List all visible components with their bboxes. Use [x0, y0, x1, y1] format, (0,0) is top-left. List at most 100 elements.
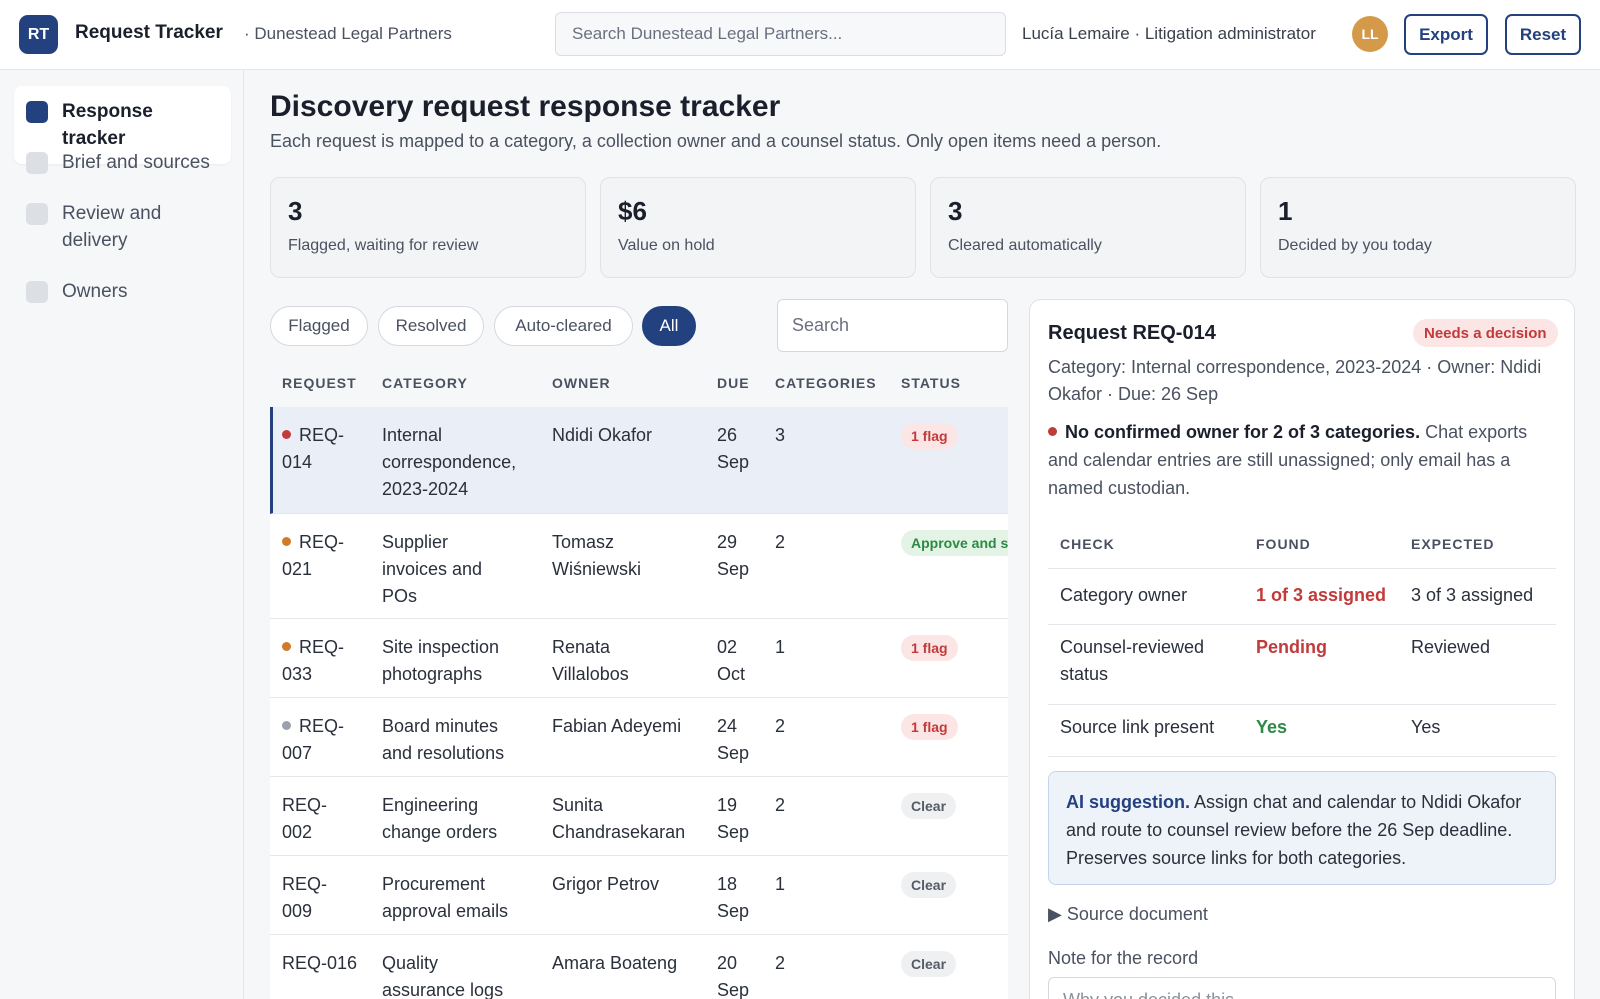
request-id-cell: REQ- 033	[282, 634, 344, 688]
owner-cell: Grigor Petrov	[552, 871, 659, 898]
sidebar-item-label: Review and delivery	[62, 203, 162, 251]
owner-cell: Renata Villalobos	[552, 634, 629, 688]
owner-cell: Ndidi Okafor	[552, 422, 652, 449]
sidebar-item-brief-and-sources[interactable]: Brief and sources	[14, 137, 231, 188]
due-cell: 26 Sep	[717, 422, 749, 476]
stat-label: Flagged, waiting for review	[288, 237, 479, 254]
table-row[interactable]: REQ- 014 Internal correspondence, 2023-20…	[270, 407, 1008, 514]
filter-resolved[interactable]: Resolved	[378, 306, 484, 346]
filter-all[interactable]: All	[642, 306, 696, 346]
status-badge: Clear	[901, 951, 957, 977]
filter-flagged[interactable]: Flagged	[270, 306, 368, 346]
due-cell: 24 Sep	[717, 713, 749, 767]
table-row[interactable]: REQ- 007 Board minutes and resolutions Fab…	[270, 698, 1008, 777]
status-badge: Clear	[901, 793, 957, 819]
sidebar-item-label: Owners	[62, 281, 128, 302]
check-expected: Yes	[1411, 717, 1441, 737]
status-badge: 1 flag	[901, 423, 958, 449]
app-logo: RT	[19, 15, 58, 54]
due-cell-text: 24 Sep	[717, 716, 750, 763]
filter-auto-cleared[interactable]: Auto-cleared	[494, 306, 633, 346]
column-header-category[interactable]: CATEGORY	[382, 375, 468, 391]
due-cell: 29 Sep	[717, 529, 749, 583]
check-name: Source link present	[1060, 717, 1215, 737]
owner-cell: Sunita Chandrasekaran	[552, 792, 685, 846]
request-id-cell-text: REQ- 021	[282, 532, 344, 579]
category-cell-text: Supplier invoices and POs	[382, 532, 483, 606]
request-id-cell: REQ- 009	[282, 871, 327, 925]
status-badge: Needs a decision	[1413, 319, 1558, 347]
table-row[interactable]: REQ-016 Quality assurance logs Amara Boate…	[270, 935, 1008, 999]
categories-count-cell-text: 2	[775, 795, 786, 815]
check-found: 1 of 3 assigned	[1256, 585, 1387, 605]
column-header-owner[interactable]: OWNER	[552, 375, 611, 391]
categories-count-cell: 2	[775, 950, 785, 977]
due-cell: 02 Oct	[717, 634, 745, 688]
source-document-toggle[interactable]: ▶ Source document	[1048, 904, 1208, 925]
table-row[interactable]: REQ- 021 Supplier invoices and POs Tomasz …	[270, 514, 1008, 619]
square-icon	[26, 281, 48, 303]
request-id-cell: REQ- 007	[282, 713, 344, 767]
category-cell-text: Procurement approval emails	[382, 874, 509, 921]
owner-cell: Amara Boateng	[552, 950, 677, 977]
status-dot-icon	[282, 641, 291, 651]
sidebar-item-owners[interactable]: Owners	[14, 266, 231, 317]
status-badge: Approve and send	[901, 530, 1008, 556]
due-cell: 19 Sep	[717, 792, 749, 846]
divider	[1048, 756, 1556, 757]
categories-count-cell: 2	[775, 713, 785, 740]
square-icon	[26, 101, 48, 123]
detail-title: Request REQ-014	[1048, 322, 1216, 344]
sidebar: Response tracker Brief and sources Revie…	[0, 70, 244, 999]
categories-count-cell-text: 3	[775, 425, 786, 445]
stat-card-flagged: 3 Flagged, waiting for review	[270, 177, 586, 278]
category-cell-text: Internal correspondence, 2023-2024	[382, 425, 517, 499]
issue-summary: No confirmed owner for 2 of 3 categories…	[1048, 418, 1548, 502]
table-search-input[interactable]: Search	[777, 299, 1008, 352]
avatar[interactable]: LL	[1352, 16, 1388, 52]
issue-headline: No confirmed owner for 2 of 3 categories…	[1065, 422, 1421, 442]
table-row[interactable]: REQ- 033 Site inspection photographs Renat…	[270, 619, 1008, 698]
stat-label: Decided by you today	[1278, 237, 1432, 254]
check-found: Pending	[1256, 637, 1327, 657]
status-dot-icon	[282, 536, 291, 546]
global-search-input[interactable]: Search Dunestead Legal Partners...	[555, 12, 1006, 56]
column-header-due[interactable]: DUE	[717, 375, 750, 391]
categories-count-cell-text: 2	[775, 953, 786, 973]
square-icon	[26, 152, 48, 174]
app-title: Request Tracker	[75, 22, 223, 43]
square-icon	[26, 203, 48, 225]
category-cell-text: Board minutes and resolutions	[382, 716, 505, 763]
owner-cell-text: Ndidi Okafor	[552, 425, 653, 445]
owner-cell: Fabian Adeyemi	[552, 713, 681, 740]
stat-value: $6	[618, 196, 647, 226]
request-id-cell-text: REQ- 033	[282, 637, 344, 684]
column-header-categories[interactable]: CATEGORIES	[775, 375, 877, 391]
owner-cell-text: Amara Boateng	[552, 953, 678, 973]
request-id-cell: REQ- 002	[282, 792, 327, 846]
column-header-request[interactable]: REQUEST	[282, 375, 357, 391]
category-cell: Supplier invoices and POs	[382, 529, 482, 610]
due-cell-text: 02 Oct	[717, 637, 746, 684]
reset-button[interactable]: Reset	[1505, 14, 1581, 55]
export-button[interactable]: Export	[1404, 14, 1488, 55]
status-dot-icon	[282, 429, 291, 439]
stat-value: 1	[1278, 196, 1293, 226]
due-cell: 20 Sep	[717, 950, 749, 999]
categories-count-cell-text: 2	[775, 716, 786, 736]
column-header-status[interactable]: STATUS	[901, 375, 961, 391]
detail-meta: Category: Internal correspondence, 2023-…	[1048, 357, 1542, 404]
page-subtitle: Each request is mapped to a category, a …	[270, 131, 1162, 151]
table-row[interactable]: REQ- 002 Engineering change orders Sunita …	[270, 777, 1008, 856]
category-cell: Engineering change orders	[382, 792, 497, 846]
sidebar-item-review-and-delivery[interactable]: Review and delivery	[14, 188, 204, 266]
status-dot-icon	[282, 720, 291, 730]
request-id-cell-text: REQ- 014	[282, 425, 344, 472]
due-cell-text: 18 Sep	[717, 874, 750, 921]
due-cell-text: 19 Sep	[717, 795, 750, 842]
owner-cell-text: Tomasz Wiśniewski	[552, 532, 642, 579]
note-input[interactable]: Why you decided this	[1048, 977, 1556, 999]
categories-count-cell: 1	[775, 871, 785, 898]
table-row[interactable]: REQ- 009 Procurement approval emails Grigo…	[270, 856, 1008, 935]
requests-table: REQ- 014 Internal correspondence, 2023-20…	[270, 407, 1008, 999]
